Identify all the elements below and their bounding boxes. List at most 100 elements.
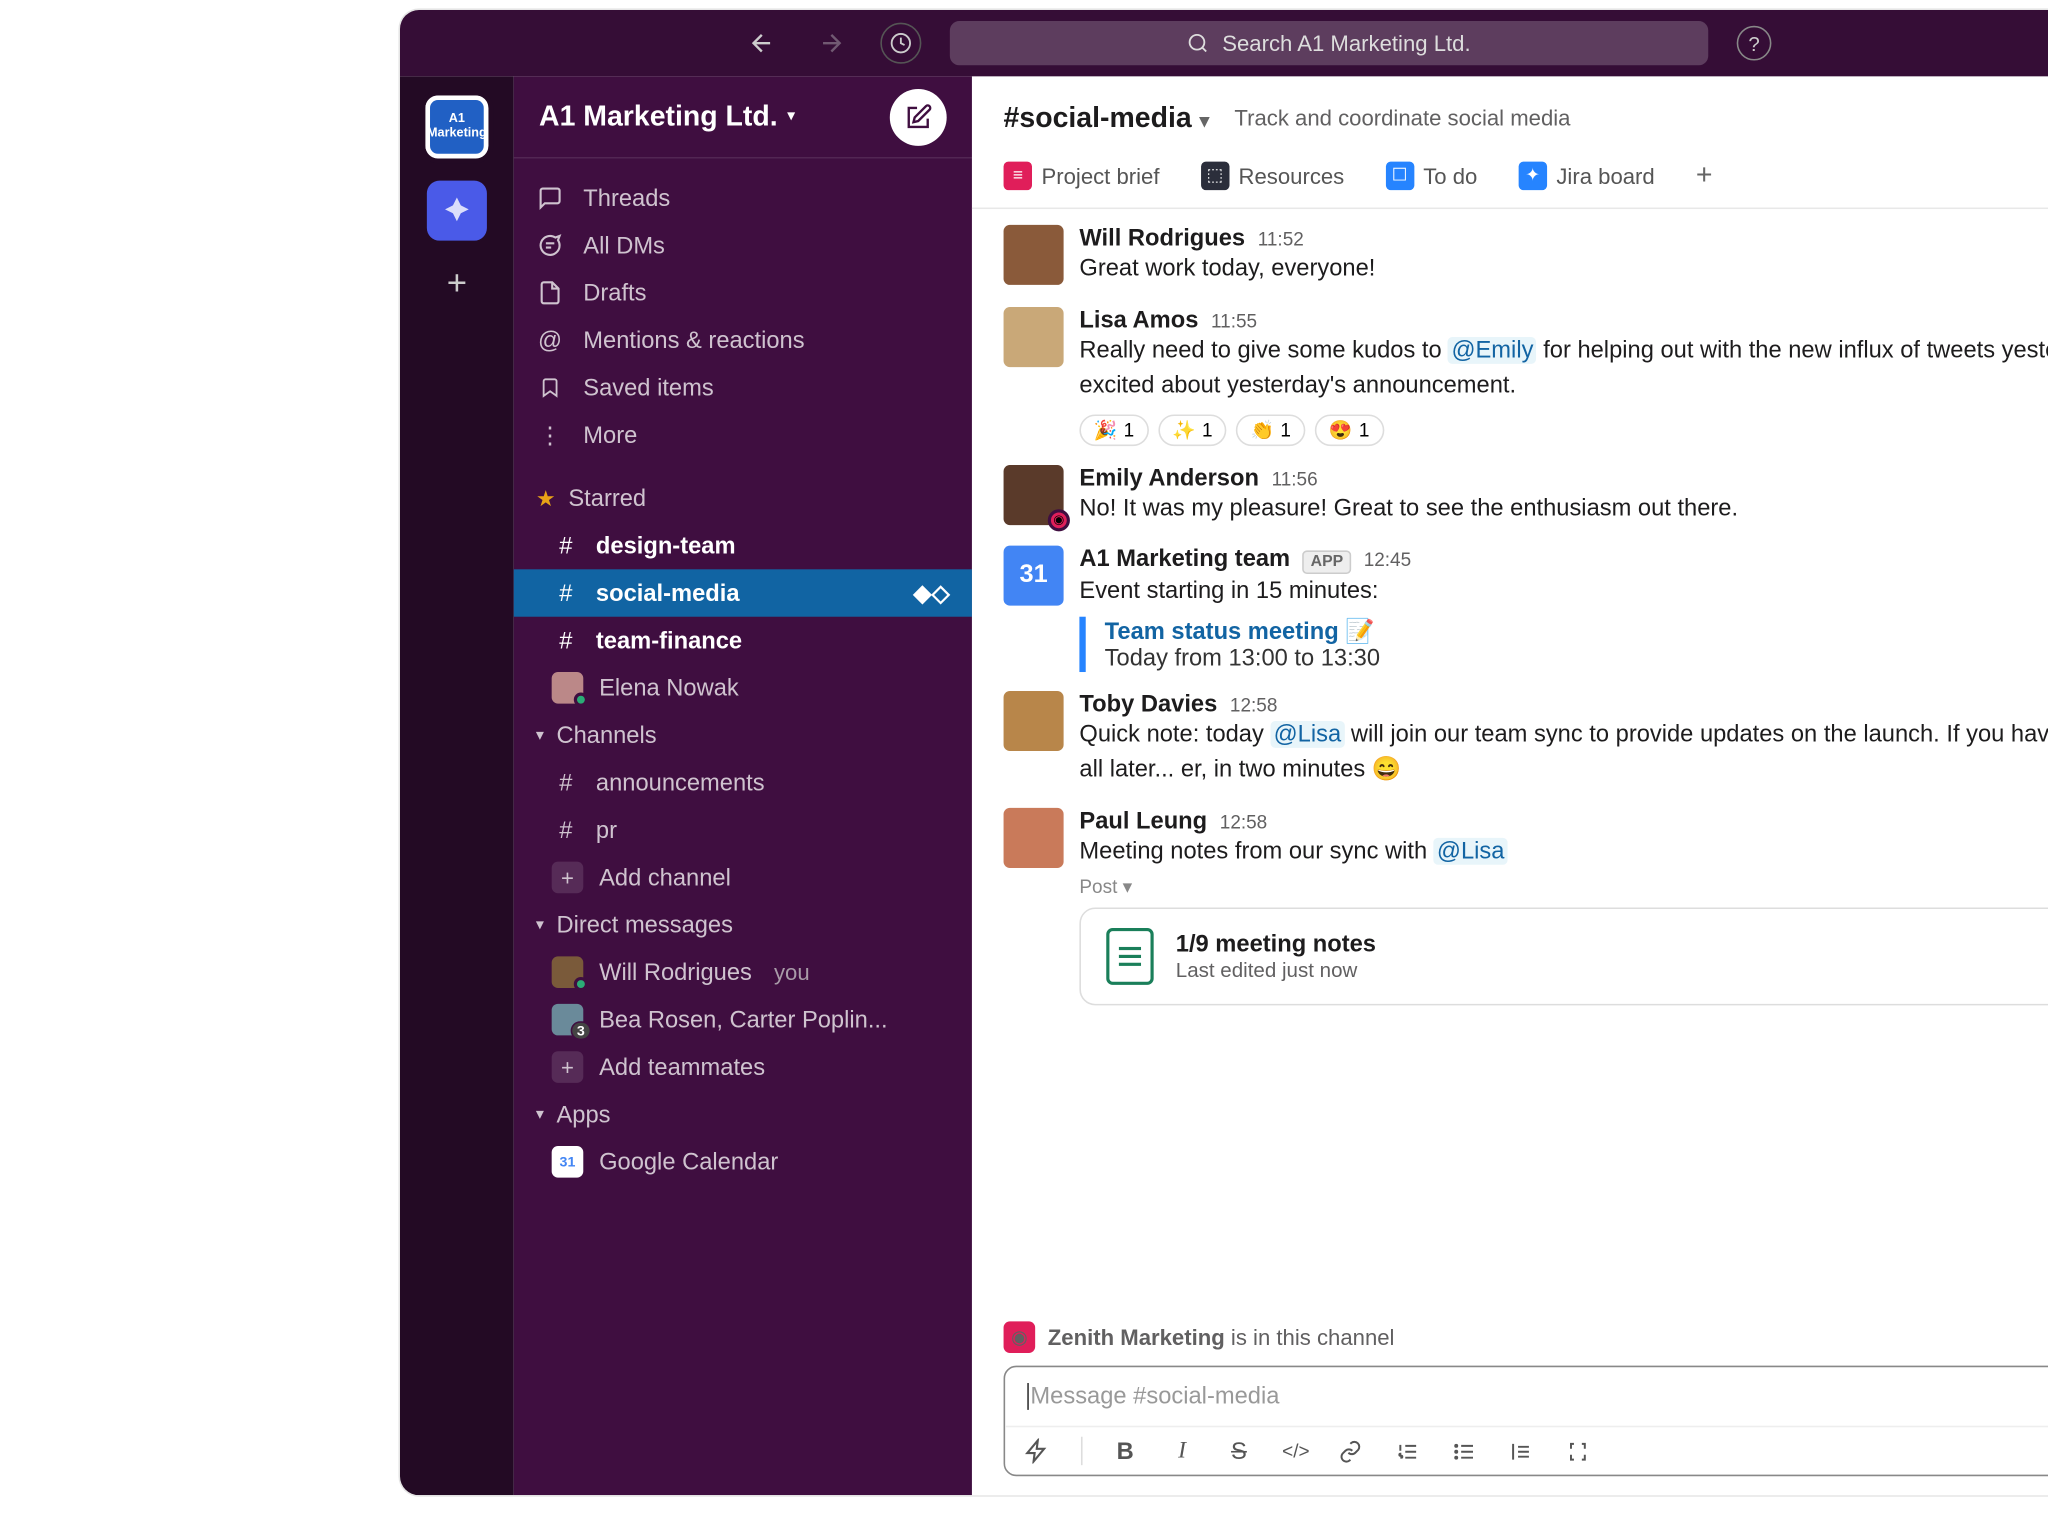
add-teammates-button[interactable]: +Add teammates bbox=[514, 1043, 972, 1090]
reaction[interactable]: 😍 1 bbox=[1315, 414, 1384, 446]
workspace-header[interactable]: A1 Marketing Ltd. ▾ bbox=[514, 76, 972, 158]
shared-channel-icon: ◆◇ bbox=[913, 579, 949, 607]
section-dms-header[interactable]: ▾Direct messages bbox=[514, 901, 972, 948]
channel-title[interactable]: #social-media ▾ bbox=[1004, 101, 1210, 134]
avatar[interactable]: ◉ bbox=[1004, 464, 1064, 524]
mentions-icon: @ bbox=[536, 327, 564, 354]
blockquote-button[interactable] bbox=[1509, 1439, 1537, 1463]
message-text: Quick note: today @Lisa will join our te… bbox=[1079, 717, 2048, 788]
author-name[interactable]: Emily Anderson bbox=[1079, 464, 1259, 491]
nav-mentions[interactable]: @Mentions & reactions bbox=[514, 317, 972, 364]
bookmark-icon: ✦ bbox=[1518, 161, 1546, 189]
bookmark-item[interactable]: ☐To do bbox=[1385, 161, 1477, 189]
workspace-button-2[interactable] bbox=[427, 181, 487, 241]
add-channel-button[interactable]: +Add channel bbox=[514, 854, 972, 901]
timestamp[interactable]: 11:52 bbox=[1258, 228, 1304, 250]
plus-icon: + bbox=[552, 862, 584, 894]
document-icon bbox=[1106, 928, 1153, 985]
nav-saved[interactable]: Saved items bbox=[514, 364, 972, 411]
bookmark-icon: ☐ bbox=[1385, 161, 1413, 189]
link-button[interactable] bbox=[1339, 1439, 1367, 1463]
timestamp[interactable]: 12:45 bbox=[1364, 549, 1411, 571]
ordered-list-button[interactable] bbox=[1395, 1439, 1423, 1463]
calendar-event[interactable]: Team status meeting 📝Today from 13:00 to… bbox=[1079, 616, 2048, 671]
post-label[interactable]: Post ▾ bbox=[1079, 876, 2048, 898]
nav-threads[interactable]: Threads bbox=[514, 174, 972, 221]
workspace-rail: A1 Marketing + bbox=[400, 76, 514, 1495]
strike-button[interactable]: S bbox=[1225, 1438, 1253, 1465]
plus-icon: + bbox=[1696, 159, 1713, 192]
hash-icon: # bbox=[552, 769, 580, 796]
search-input[interactable]: Search A1 Marketing Ltd. bbox=[950, 21, 1708, 65]
sidebar-channel-item[interactable]: #announcements bbox=[514, 759, 972, 806]
message: Toby Davies 12:58Quick note: today @Lisa … bbox=[1004, 681, 2048, 798]
nav-all-dms[interactable]: All DMs bbox=[514, 222, 972, 269]
sidebar-dm-item[interactable]: 3Bea Rosen, Carter Poplin... bbox=[514, 996, 972, 1043]
bookmark-item[interactable]: ≡Project brief bbox=[1004, 161, 1160, 189]
sidebar-channel-item[interactable]: #team-finance bbox=[514, 617, 972, 664]
timestamp[interactable]: 12:58 bbox=[1230, 693, 1277, 715]
section-starred-header[interactable]: ★Starred bbox=[514, 475, 972, 522]
reaction[interactable]: ✨ 1 bbox=[1158, 414, 1227, 446]
reaction[interactable]: 👏 1 bbox=[1236, 414, 1305, 446]
mention[interactable]: @Emily bbox=[1448, 336, 1536, 363]
sidebar-channel-item[interactable]: #social-media◆◇ bbox=[514, 569, 972, 616]
content-area: #social-media ▾ Track and coordinate soc… bbox=[972, 76, 2048, 1495]
timestamp[interactable]: 12:58 bbox=[1220, 810, 1267, 832]
composer-input[interactable]: Message #social-media bbox=[1005, 1367, 2048, 1425]
nav-drafts[interactable]: Drafts bbox=[514, 269, 972, 316]
italic-button[interactable]: I bbox=[1168, 1438, 1196, 1465]
notice-org-name: Zenith Marketing bbox=[1048, 1325, 1225, 1350]
codeblock-button[interactable] bbox=[1566, 1439, 1594, 1463]
avatar[interactable] bbox=[1004, 306, 1064, 366]
history-button[interactable] bbox=[880, 23, 921, 64]
reaction[interactable]: 🎉 1 bbox=[1079, 414, 1148, 446]
code-button[interactable]: </> bbox=[1282, 1440, 1310, 1462]
message: ◉ Emily Anderson 11:56No! It was my pleasu… bbox=[1004, 455, 2048, 536]
section-channels-header[interactable]: ▾Channels bbox=[514, 712, 972, 759]
workspace-button-a1[interactable]: A1 Marketing bbox=[425, 95, 488, 158]
bookmark-item[interactable]: ⬚Resources bbox=[1201, 161, 1345, 189]
chevron-down-icon: ▾ bbox=[787, 108, 795, 125]
help-button[interactable]: ? bbox=[1737, 26, 1772, 61]
author-name[interactable]: Will Rodrigues bbox=[1079, 225, 1245, 252]
app-google-calendar[interactable]: 31Google Calendar bbox=[514, 1138, 972, 1185]
timestamp[interactable]: 11:56 bbox=[1272, 467, 1318, 489]
bookmark-icon: ⬚ bbox=[1201, 161, 1229, 189]
add-workspace-button[interactable]: + bbox=[436, 263, 477, 304]
shortcuts-icon[interactable] bbox=[1024, 1438, 1052, 1463]
bookmark-item[interactable]: ✦Jira board bbox=[1518, 161, 1654, 189]
bold-button[interactable]: B bbox=[1111, 1438, 1139, 1465]
author-name[interactable]: Lisa Amos bbox=[1079, 306, 1198, 333]
star-icon: ★ bbox=[536, 485, 556, 512]
nav-forward-button[interactable] bbox=[811, 23, 852, 64]
add-bookmark-button[interactable]: + bbox=[1696, 159, 1713, 192]
avatar[interactable] bbox=[1004, 225, 1064, 285]
chevron-down-icon: ▾ bbox=[1200, 109, 1210, 131]
avatar[interactable] bbox=[1004, 807, 1064, 867]
section-apps-header[interactable]: ▾Apps bbox=[514, 1091, 972, 1138]
message-composer[interactable]: Message #social-media B I S </> Aa @ bbox=[1004, 1366, 2048, 1477]
mention[interactable]: @Lisa bbox=[1270, 720, 1344, 747]
nav-more[interactable]: ⋮More bbox=[514, 411, 972, 458]
composer-toolbar: B I S </> Aa @ bbox=[1005, 1426, 2048, 1475]
timestamp[interactable]: 11:55 bbox=[1211, 309, 1257, 331]
sidebar-dm-item[interactable]: Elena Nowak bbox=[514, 664, 972, 711]
author-name[interactable]: Toby Davies bbox=[1079, 690, 1217, 717]
bullet-list-button[interactable] bbox=[1452, 1439, 1480, 1463]
channel-topic[interactable]: Track and coordinate social media bbox=[1234, 105, 1570, 130]
avatar[interactable] bbox=[1004, 690, 1064, 750]
author-name[interactable]: A1 Marketing team bbox=[1079, 546, 1290, 573]
calendar-icon: 31 bbox=[1004, 546, 1064, 606]
nav-back-button[interactable] bbox=[741, 23, 782, 64]
compose-button[interactable] bbox=[890, 88, 947, 145]
caret-icon: ▾ bbox=[536, 916, 544, 933]
mention[interactable]: @Lisa bbox=[1434, 837, 1508, 864]
author-name[interactable]: Paul Leung bbox=[1079, 807, 1207, 834]
sidebar-channel-item[interactable]: #pr bbox=[514, 806, 972, 853]
sidebar-channel-item[interactable]: #design-team bbox=[514, 522, 972, 569]
hash-icon: # bbox=[552, 532, 580, 559]
attachment[interactable]: 1/9 meeting notesLast edited just now bbox=[1079, 907, 2048, 1005]
message-text: No! It was my pleasure! Great to see the… bbox=[1079, 491, 2048, 527]
sidebar-dm-item[interactable]: Will Rodriguesyou bbox=[514, 949, 972, 996]
